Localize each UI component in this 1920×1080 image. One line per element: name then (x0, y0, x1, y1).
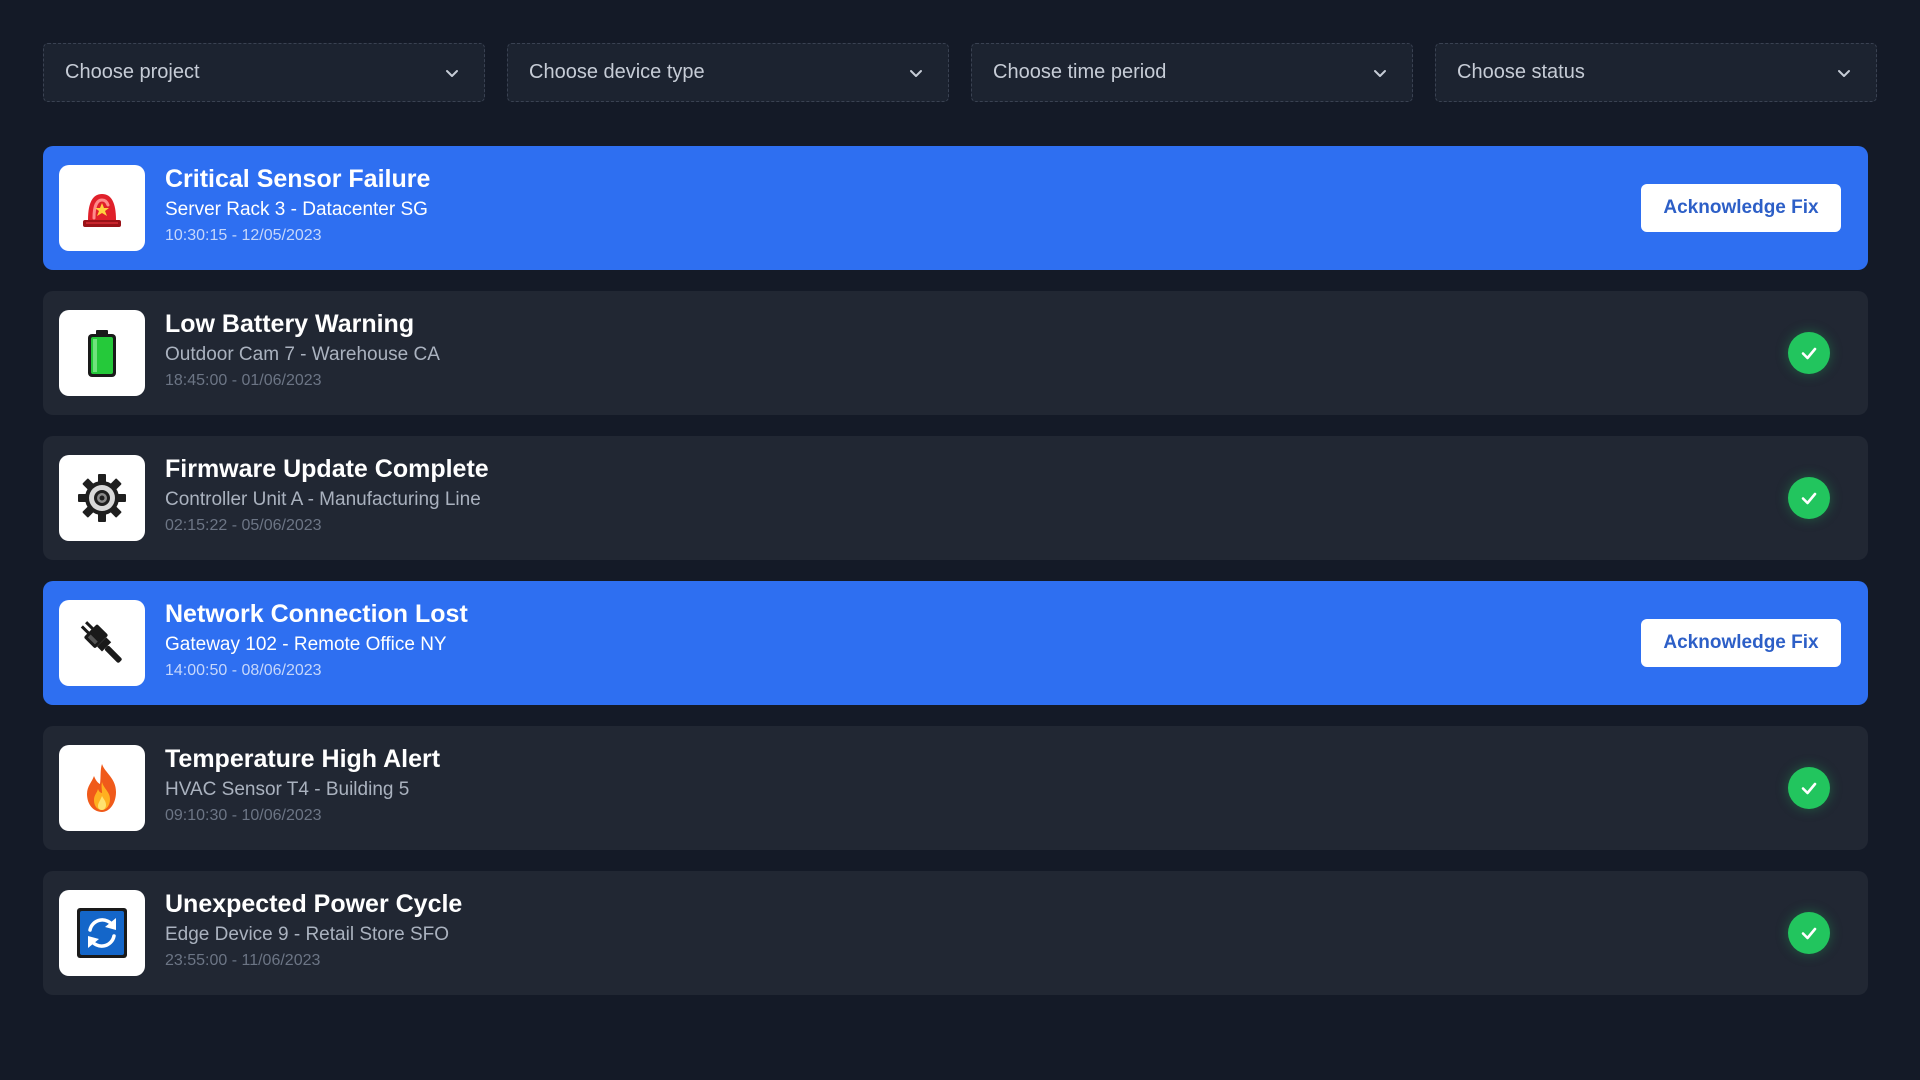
alert-list: Critical Sensor Failure Server Rack 3 - … (43, 146, 1868, 1016)
alert-title: Unexpected Power Cycle (165, 890, 463, 918)
alert-text: Low Battery Warning Outdoor Cam 7 - Ware… (165, 309, 440, 391)
alert-icon-box (59, 745, 145, 831)
resolved-check-icon (1788, 912, 1830, 954)
refresh-icon (77, 908, 127, 958)
time-period-filter[interactable]: Choose time period (971, 43, 1413, 102)
alerts-page: Choose project Choose device type Choose… (0, 0, 1920, 1080)
alert-icon-box (59, 600, 145, 686)
alert-title: Critical Sensor Failure (165, 165, 431, 193)
acknowledge-fix-button[interactable]: Acknowledge Fix (1641, 619, 1841, 667)
alert-icon-box (59, 455, 145, 541)
alert-card: Network Connection Lost Gateway 102 - Re… (43, 581, 1868, 705)
gear-icon (78, 474, 126, 522)
chevron-down-icon (910, 69, 922, 77)
alert-device: Outdoor Cam 7 - Warehouse CA (165, 344, 440, 365)
project-filter[interactable]: Choose project (43, 43, 485, 102)
status-filter[interactable]: Choose status (1435, 43, 1877, 102)
filter-bar: Choose project Choose device type Choose… (43, 43, 1877, 102)
alert-time: 18:45:00 - 01/06/2023 (165, 372, 322, 389)
alert-icon-box (59, 310, 145, 396)
alert-title: Network Connection Lost (165, 600, 468, 628)
alert-card: Unexpected Power Cycle Edge Device 9 - R… (43, 871, 1868, 995)
alert-title: Firmware Update Complete (165, 455, 489, 483)
alert-device: HVAC Sensor T4 - Building 5 (165, 779, 410, 800)
alert-text: Network Connection Lost Gateway 102 - Re… (165, 599, 468, 681)
battery-icon (88, 330, 116, 377)
alert-text: Critical Sensor Failure Server Rack 3 - … (165, 164, 430, 246)
resolved-check-icon (1788, 332, 1830, 374)
alert-text: Temperature High Alert HVAC Sensor T4 - … (165, 744, 440, 826)
alert-time: 10:30:15 - 12/05/2023 (165, 227, 322, 244)
alert-time: 02:15:22 - 05/06/2023 (165, 517, 322, 534)
alert-text: Unexpected Power Cycle Edge Device 9 - R… (165, 889, 462, 971)
alert-device: Controller Unit A - Manufacturing Line (165, 489, 481, 510)
resolved-check-icon (1788, 767, 1830, 809)
project-filter-label: Choose project (65, 61, 200, 83)
time-period-filter-label: Choose time period (993, 61, 1167, 83)
alert-time: 23:55:00 - 11/06/2023 (165, 952, 321, 969)
chevron-down-icon (1374, 69, 1386, 77)
alert-icon-box (59, 165, 145, 251)
chevron-down-icon (1838, 69, 1850, 77)
alert-card: Firmware Update Complete Controller Unit… (43, 436, 1868, 560)
alert-icon-box (59, 890, 145, 976)
alert-card: Temperature High Alert HVAC Sensor T4 - … (43, 726, 1868, 850)
alert-time: 14:00:50 - 08/06/2023 (165, 662, 322, 679)
resolved-check-icon (1788, 477, 1830, 519)
alert-time: 09:10:30 - 10/06/2023 (165, 807, 322, 824)
siren-icon (83, 194, 121, 227)
alert-device: Edge Device 9 - Retail Store SFO (165, 924, 450, 945)
alert-title: Temperature High Alert (165, 745, 441, 773)
alert-title: Low Battery Warning (165, 310, 415, 338)
fire-icon (87, 764, 116, 812)
status-filter-label: Choose status (1457, 61, 1585, 83)
device-type-filter[interactable]: Choose device type (507, 43, 949, 102)
alert-device: Gateway 102 - Remote Office NY (165, 634, 447, 655)
alert-card: Critical Sensor Failure Server Rack 3 - … (43, 146, 1868, 270)
alert-device: Server Rack 3 - Datacenter SG (165, 199, 428, 220)
device-type-filter-label: Choose device type (529, 61, 705, 83)
chevron-down-icon (446, 69, 458, 77)
acknowledge-fix-button[interactable]: Acknowledge Fix (1641, 184, 1841, 232)
alert-text: Firmware Update Complete Controller Unit… (165, 454, 489, 536)
alert-card: Low Battery Warning Outdoor Cam 7 - Ware… (43, 291, 1868, 415)
plug-icon (80, 621, 122, 663)
